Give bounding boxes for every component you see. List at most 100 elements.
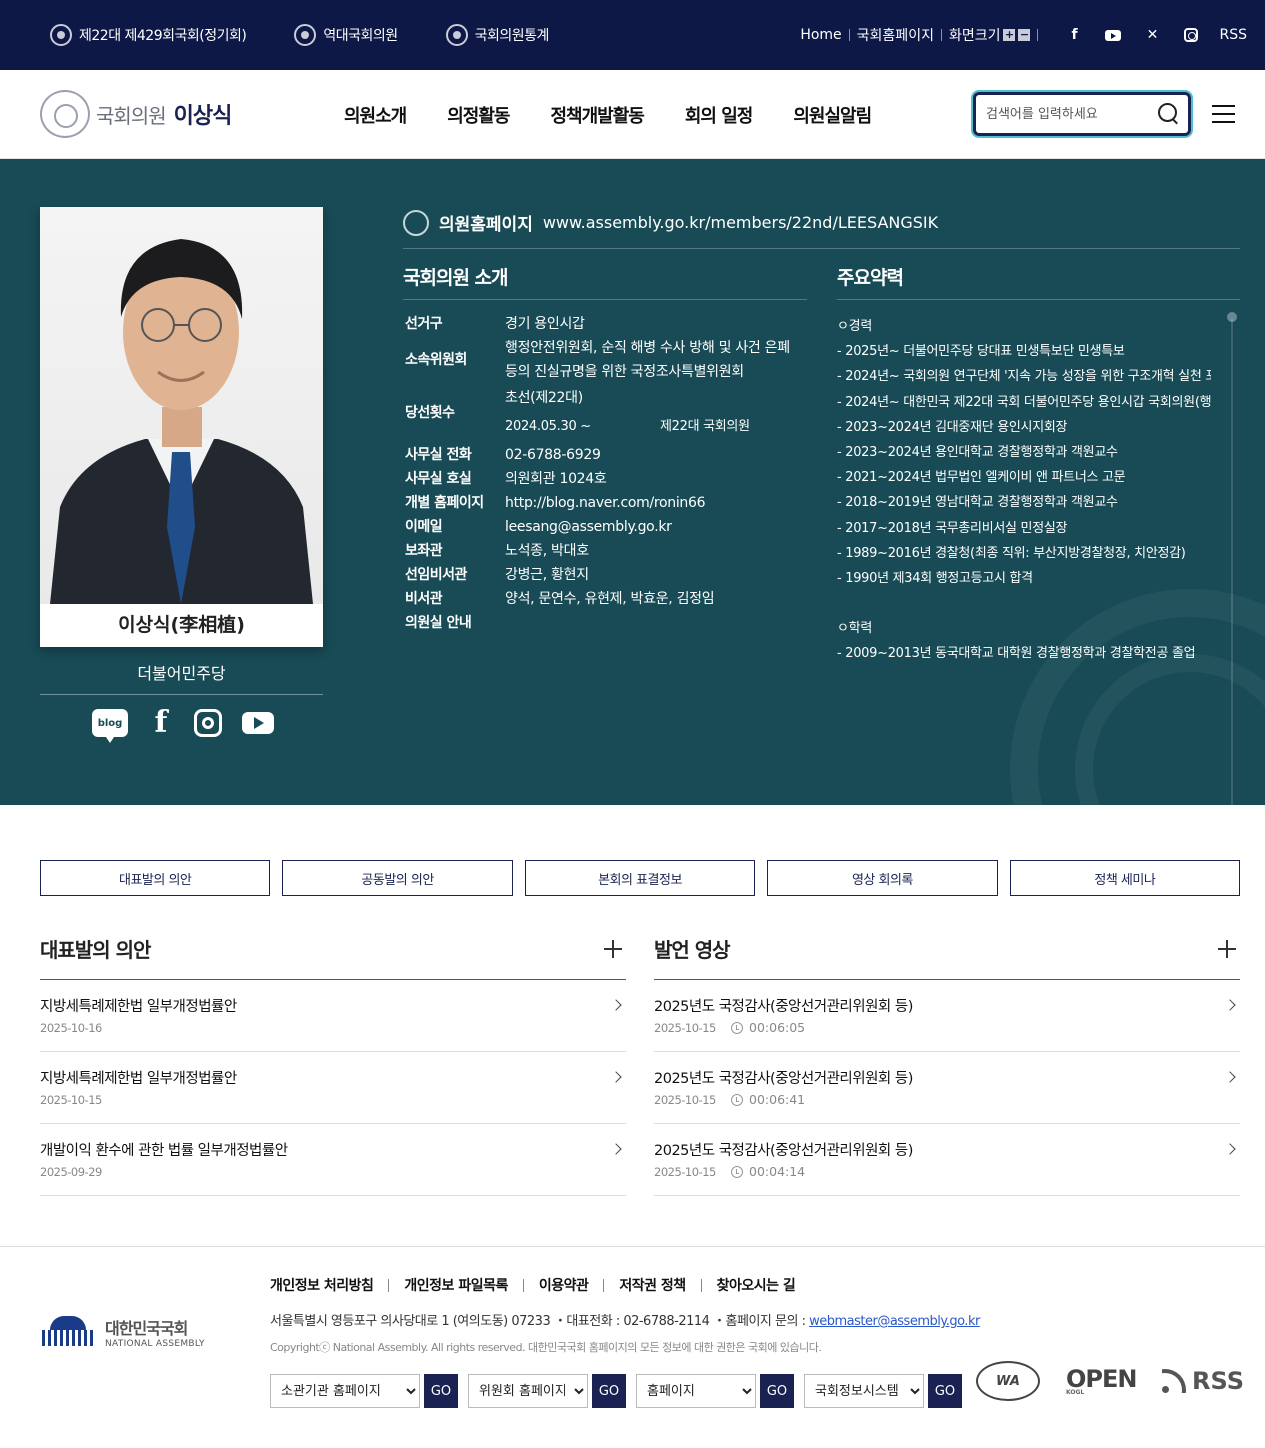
panel-title: 대표발의 의안 — [40, 938, 151, 962]
rss-icon — [1162, 1369, 1186, 1393]
emblem-icon — [403, 209, 429, 236]
go-button[interactable]: GO — [760, 1374, 794, 1408]
list-item[interactable]: 2025년도 국정감사(중앙선거관리위원회 등) 2025-10-15 00:0… — [654, 1124, 1240, 1196]
panel-title: 발언 영상 — [654, 938, 731, 962]
more-plus-icon[interactable] — [604, 940, 622, 958]
list-item[interactable]: 2025년도 국정감사(중앙선거관리위원회 등) 2025-10-15 00:0… — [654, 980, 1240, 1052]
rss-badge[interactable]: RSS — [1162, 1367, 1244, 1395]
rss-link[interactable]: RSS — [1219, 27, 1247, 43]
top-links-left: 제22대 제429회국회(정기회) 역대국회의원 국회의원통계 — [50, 0, 597, 70]
info-row: 소속위원회 행정안전위원회, 순직 해병 수사 방해 및 사건 은폐 등의 진실규… — [405, 340, 790, 380]
list-item[interactable]: 지방세특례제한법 일부개정법률안 2025-10-16 — [40, 980, 626, 1052]
nav-member-intro[interactable]: 의원소개 — [344, 102, 407, 128]
menu-icon[interactable] — [1212, 105, 1235, 123]
divider — [1037, 29, 1039, 41]
privacy-files-link[interactable]: 개인정보 파일목록 — [404, 1275, 508, 1295]
career-item: - 2009~2013년 동국대학교 대학원 경찰행정학과 경찰학전공 졸업 — [837, 646, 1196, 662]
webmaster-email-link[interactable]: webmaster@assembly.go.kr — [809, 1314, 980, 1329]
tab-sponsored-bills[interactable]: 대표발의 의안 — [40, 860, 271, 896]
member-social-links: blog f — [92, 708, 294, 743]
list-item[interactable]: 지방세특례제한법 일부개정법률안 2025-10-15 — [40, 1052, 626, 1124]
site-footer: 대한민국국회 NATIONAL ASSEMBLY 개인정보 처리방침 개인정보 … — [0, 1246, 1265, 1448]
assembly-home-link[interactable]: 국회홈페이지 — [857, 25, 934, 45]
go-button[interactable]: GO — [592, 1374, 626, 1408]
youtube-icon[interactable] — [1103, 29, 1123, 41]
nav-policy-activity[interactable]: 정책개발활동 — [551, 102, 645, 128]
search-icon[interactable] — [1158, 103, 1180, 125]
directions-link[interactable]: 찾아오시는 길 — [717, 1275, 796, 1295]
session-link[interactable]: 제22대 제429회국회(정기회) — [50, 24, 247, 46]
x-icon[interactable]: ✕ — [1142, 27, 1162, 43]
go-button[interactable]: GO — [928, 1374, 962, 1408]
search-input[interactable] — [986, 103, 1146, 125]
clock-icon — [731, 1093, 743, 1106]
nav-legislative-activity[interactable]: 의정활동 — [447, 102, 510, 128]
privacy-policy-link[interactable]: 개인정보 처리방침 — [270, 1275, 374, 1295]
youtube-icon[interactable] — [242, 712, 274, 734]
footer-links: 개인정보 처리방침 개인정보 파일목록 이용약관 저작권 정책 찾아오시는 길 — [270, 1275, 796, 1295]
info-row: 의원실 안내 — [405, 615, 472, 631]
blog-link[interactable]: http://blog.naver.com/ronin66 — [505, 491, 805, 515]
nav-schedule[interactable]: 회의 일정 — [685, 102, 754, 128]
career-item: - 2024년~ 국회의원 연구단체 '지속 가능 성장을 위한 구조개혁 실천… — [837, 369, 1211, 385]
footer-address: 서울특별시 영등포구 의사당대로 1 (여의도동) 07233 ・대표전화 : … — [270, 1314, 980, 1329]
career-item: - 2021~2024년 법무법인 엘케이비 앤 파트너스 고문 — [837, 470, 1126, 486]
past-members-link[interactable]: 역대국회의원 — [294, 24, 398, 46]
terms-link[interactable]: 이용약관 — [539, 1275, 589, 1295]
career-item: - 2023~2024년 용인대학교 경찰행정학과 객원교수 — [837, 445, 1118, 461]
more-plus-icon[interactable] — [1218, 940, 1236, 958]
list-item[interactable]: 개발이익 환수에 관한 법률 일부개정법률안 2025-09-29 — [40, 1124, 626, 1196]
info-system-select[interactable]: 국회정보시스템 — [804, 1374, 924, 1408]
nav-notices[interactable]: 의원실알림 — [793, 102, 872, 128]
email-link[interactable]: leesang@assembly.go.kr — [505, 515, 805, 539]
info-row: 선임비서관 강병근, 황현지 — [405, 567, 589, 583]
blog-icon[interactable]: blog — [92, 709, 128, 743]
videos-panel: 발언 영상 2025년도 국정감사(중앙선거관리위원회 등) 2025-10-1… — [654, 930, 1240, 1196]
committee-homepage-select[interactable]: 위원회 홈페이지 — [468, 1374, 588, 1408]
web-accessibility-badge[interactable]: WA — [976, 1361, 1040, 1401]
footer-logo: 대한민국국회 NATIONAL ASSEMBLY — [40, 1315, 205, 1349]
copyright-policy-link[interactable]: 저작권 정책 — [619, 1275, 686, 1295]
tab-policy-seminar[interactable]: 정책 세미나 — [1009, 860, 1241, 896]
top-links-right: Home 국회홈페이지 화면크기 + − f ✕ RSS — [800, 0, 1247, 70]
divider — [940, 29, 942, 41]
tab-video-minutes[interactable]: 영상 회의록 — [767, 860, 998, 896]
clock-icon — [731, 1165, 743, 1178]
facebook-icon[interactable]: f — [1064, 27, 1084, 43]
career-list[interactable]: ㅇ경력 - 2025년~ 더불어민주당 당대표 민생특보단 민생특보 - 202… — [837, 314, 1211, 805]
logo-name: 이상식 — [173, 104, 233, 129]
profile-card: 이상식(李相植) — [40, 207, 323, 647]
kogl-open-badge[interactable]: OPEN KOGL — [1066, 1365, 1137, 1396]
career-scroll-thumb[interactable] — [1227, 312, 1237, 322]
intro-title: 국회의원 소개 — [403, 263, 807, 300]
tab-cosponsored-bills[interactable]: 공동발의 의안 — [282, 860, 513, 896]
homepage-row: 의원홈페이지 www.assembly.go.kr/members/22nd/L… — [403, 207, 1240, 249]
go-button[interactable]: GO — [424, 1374, 458, 1408]
font-increase-button[interactable]: + — [1003, 29, 1016, 41]
emblem-icon — [294, 24, 317, 46]
homepage-select[interactable]: 홈페이지 — [636, 1374, 756, 1408]
site-logo[interactable]: 국회의원 이상식 — [40, 90, 233, 138]
info-row: 사무실 호실 의원회관 1024호 — [405, 471, 607, 487]
search-box — [973, 92, 1191, 136]
career-title: 주요약력 — [837, 263, 1240, 300]
profile-section: 이상식(李相植) 더불어민주당 blog f 의원홈페이지 www.assemb… — [0, 159, 1265, 805]
instagram-icon[interactable] — [1181, 28, 1201, 42]
home-link[interactable]: Home — [800, 27, 841, 43]
clock-icon — [731, 1021, 743, 1034]
career-item: - 1990년 제34회 행정고등고시 합격 — [837, 571, 1033, 587]
homepage-label: 의원홈페이지 — [439, 215, 533, 235]
font-decrease-button[interactable]: − — [1018, 29, 1031, 41]
top-bar: 제22대 제429회국회(정기회) 역대국회의원 국회의원통계 Home 국회홈… — [0, 0, 1265, 70]
tab-plenary-votes[interactable]: 본회의 표결정보 — [524, 860, 756, 896]
list-item[interactable]: 2025년도 국정감사(중앙선거관리위원회 등) 2025-10-15 00:0… — [654, 1052, 1240, 1124]
divider — [848, 29, 850, 41]
career-scrollbar[interactable] — [1231, 319, 1233, 805]
homepage-url[interactable]: www.assembly.go.kr/members/22nd/LEESANGS… — [543, 213, 938, 232]
career-item — [837, 591, 1211, 616]
instagram-icon[interactable] — [194, 709, 222, 737]
member-stats-link[interactable]: 국회의원통계 — [445, 24, 549, 46]
agency-homepage-select[interactable]: 소관기관 홈페이지 — [270, 1374, 420, 1408]
facebook-icon[interactable]: f — [148, 708, 174, 738]
divider — [40, 694, 323, 695]
